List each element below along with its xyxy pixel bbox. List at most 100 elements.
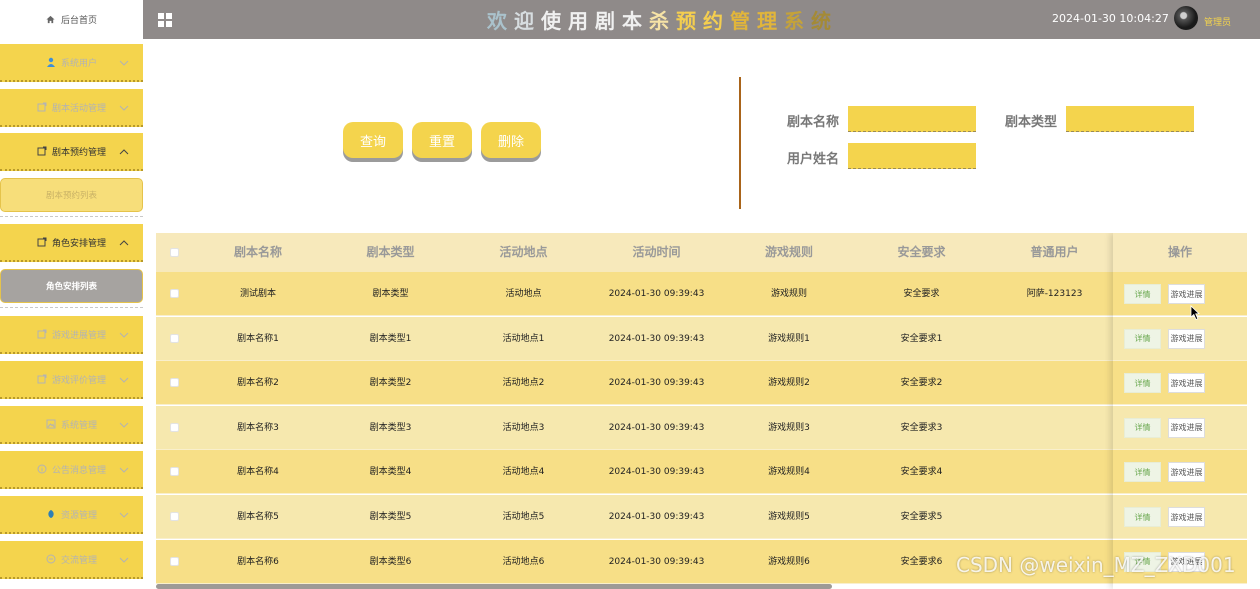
table-cell: 剧本类型1: [369, 333, 412, 344]
table-cell: 活动地点2: [502, 378, 545, 389]
chevron-down-icon: [119, 332, 129, 338]
grid-menu-icon[interactable]: [158, 13, 172, 27]
table-cell: 2024-01-30 09:39:43: [608, 422, 705, 433]
table-cell: 剧本名称1: [237, 333, 279, 344]
sidebar-item-label: 公告消息管理: [51, 465, 106, 476]
title-char: 本: [622, 9, 649, 33]
sidebar-item-system-users[interactable]: 系统用户: [0, 44, 143, 82]
table-cell: 安全要求3: [900, 422, 943, 433]
table-cell: 剧本类型5: [369, 512, 412, 522]
title-char: 理: [757, 9, 784, 33]
table-cell: 剧本名称2: [237, 378, 279, 389]
title-char: 用: [568, 9, 595, 33]
user-icon: [46, 57, 56, 67]
title-char: 统: [811, 9, 838, 33]
row-checkbox[interactable]: [170, 378, 179, 388]
table-cell: 2024-01-30 09:39:43: [608, 467, 705, 478]
sidebar-item-label: 游戏进展管理: [51, 330, 106, 341]
query-button[interactable]: 查询: [343, 122, 403, 158]
table-cell: 剧本类型6: [369, 556, 412, 567]
table-row: 剧本名称1 剧本类型1 活动地点1 2024-01-30 09:39:43 游戏规则1 安…: [156, 316, 1247, 361]
sidebar-item-communication[interactable]: 交流管理: [0, 541, 143, 579]
chevron-down-icon: [119, 105, 129, 111]
select-all-checkbox[interactable]: [170, 248, 179, 257]
table-cell: 剧本名称5: [237, 512, 279, 522]
chevron-up-icon: [119, 240, 129, 246]
sidebar-item-resources[interactable]: 资源管理: [0, 496, 143, 534]
sidebar-item-label: 系统用户: [60, 58, 97, 69]
row-checkbox[interactable]: [170, 512, 179, 521]
title-char: 剧: [595, 9, 622, 33]
row-checkbox[interactable]: [170, 289, 179, 298]
page-title: 欢迎使用剧本杀预约管理系统: [487, 5, 838, 34]
sidebar-item-game-review[interactable]: 游戏评价管理: [0, 361, 143, 399]
table-cell: 游戏规则1: [768, 333, 810, 344]
table-cell: [988, 317, 1121, 361]
user-name[interactable]: 管理员: [1204, 15, 1231, 28]
row-checkbox[interactable]: [170, 467, 179, 477]
sidebar-item-label: 剧本预约管理: [51, 147, 106, 158]
chevron-down-icon: [119, 467, 129, 473]
column-header: 游戏规则: [764, 245, 813, 259]
sidebar-item-label: 交流管理: [60, 555, 97, 566]
title-char: 管: [730, 9, 757, 33]
table-cell: 剧本名称4: [237, 467, 279, 478]
table-cell: 2024-01-30 09:39:43: [608, 333, 705, 344]
title-char: 欢: [487, 9, 514, 33]
table-cell: 剧本类型2: [369, 378, 412, 389]
column-header: 安全要求: [897, 245, 946, 259]
table-cell: 游戏规则2: [768, 378, 810, 389]
table-cell: [988, 406, 1121, 450]
table-cell: 活动地点1: [502, 333, 545, 344]
sidebar-item-script-activity[interactable]: 剧本活动管理: [0, 89, 143, 127]
sidebar-sub-booking-list[interactable]: 剧本预约列表: [0, 178, 143, 212]
sidebar-item-system-management[interactable]: 系统管理: [0, 406, 143, 444]
data-table: 剧本名称 剧本类型 活动地点 活动时间 游戏规则 安全要求 普通用户 操作 测试…: [156, 233, 1247, 589]
script-name-field[interactable]: [848, 106, 976, 132]
script-type-field[interactable]: [1066, 106, 1194, 132]
sidebar-home-label: 后台首页: [60, 15, 97, 26]
sidebar-sub-role-list[interactable]: 角色安排列表: [0, 269, 143, 303]
sidebar-item-label: 资源管理: [60, 510, 97, 521]
table-row: 剧本名称2 剧本类型2 活动地点2 2024-01-30 09:39:43 游戏规则2 安…: [156, 361, 1247, 406]
table-cell: 游戏规则6: [768, 556, 810, 567]
table-cell: 活动地点5: [502, 512, 545, 522]
sidebar-item-game-progress[interactable]: 游戏进展管理: [0, 316, 143, 354]
operations-column: [1113, 233, 1247, 589]
search-divider: [739, 77, 741, 209]
home-icon: [46, 15, 55, 23]
info-icon: [37, 464, 47, 474]
table-cell: 2024-01-30 09:39:43: [608, 556, 705, 567]
table-cell: 安全要求5: [900, 512, 943, 522]
sidebar-item-announcements[interactable]: 公告消息管理: [0, 451, 143, 489]
sidebar-item-label: 系统管理: [60, 420, 97, 431]
row-checkbox[interactable]: [170, 333, 179, 343]
sidebar-home-link[interactable]: 后台首页: [0, 0, 143, 38]
table-cell: [988, 495, 1121, 539]
table-cell: 剧本名称3: [237, 422, 279, 433]
table-cell: 活动地点: [505, 289, 542, 299]
table-cell: 剧本类型3: [369, 422, 412, 433]
reset-button[interactable]: 重置: [412, 122, 472, 158]
table-row: 剧本名称4 剧本类型4 活动地点4 2024-01-30 09:39:43 游戏规则4 安…: [156, 450, 1247, 495]
table-cell: 活动地点3: [502, 422, 545, 433]
folder-icon: [37, 237, 47, 247]
table-cell: 安全要求1: [900, 333, 943, 344]
user-name-field[interactable]: [848, 143, 976, 169]
horizontal-scrollbar[interactable]: [156, 584, 832, 589]
sidebar-item-role-arrangement[interactable]: 角色安排管理: [0, 224, 143, 262]
column-header: 活动时间: [632, 245, 681, 259]
column-header: 剧本类型: [366, 245, 415, 259]
folder-icon: [37, 329, 47, 339]
avatar[interactable]: [1174, 6, 1198, 30]
row-checkbox[interactable]: [170, 556, 179, 566]
title-char: 迎: [514, 9, 541, 33]
delete-button[interactable]: 删除: [481, 122, 541, 158]
column-header: 普通用户: [1030, 245, 1079, 259]
sidebar-divider: [0, 307, 143, 308]
script-name-label: 剧本名称: [787, 115, 840, 130]
table-cell: 2024-01-30 09:39:43: [608, 512, 705, 522]
sidebar-item-script-booking[interactable]: 剧本预约管理: [0, 133, 143, 171]
sidebar-sub-label: 角色安排列表: [45, 282, 97, 292]
row-checkbox[interactable]: [170, 422, 179, 432]
